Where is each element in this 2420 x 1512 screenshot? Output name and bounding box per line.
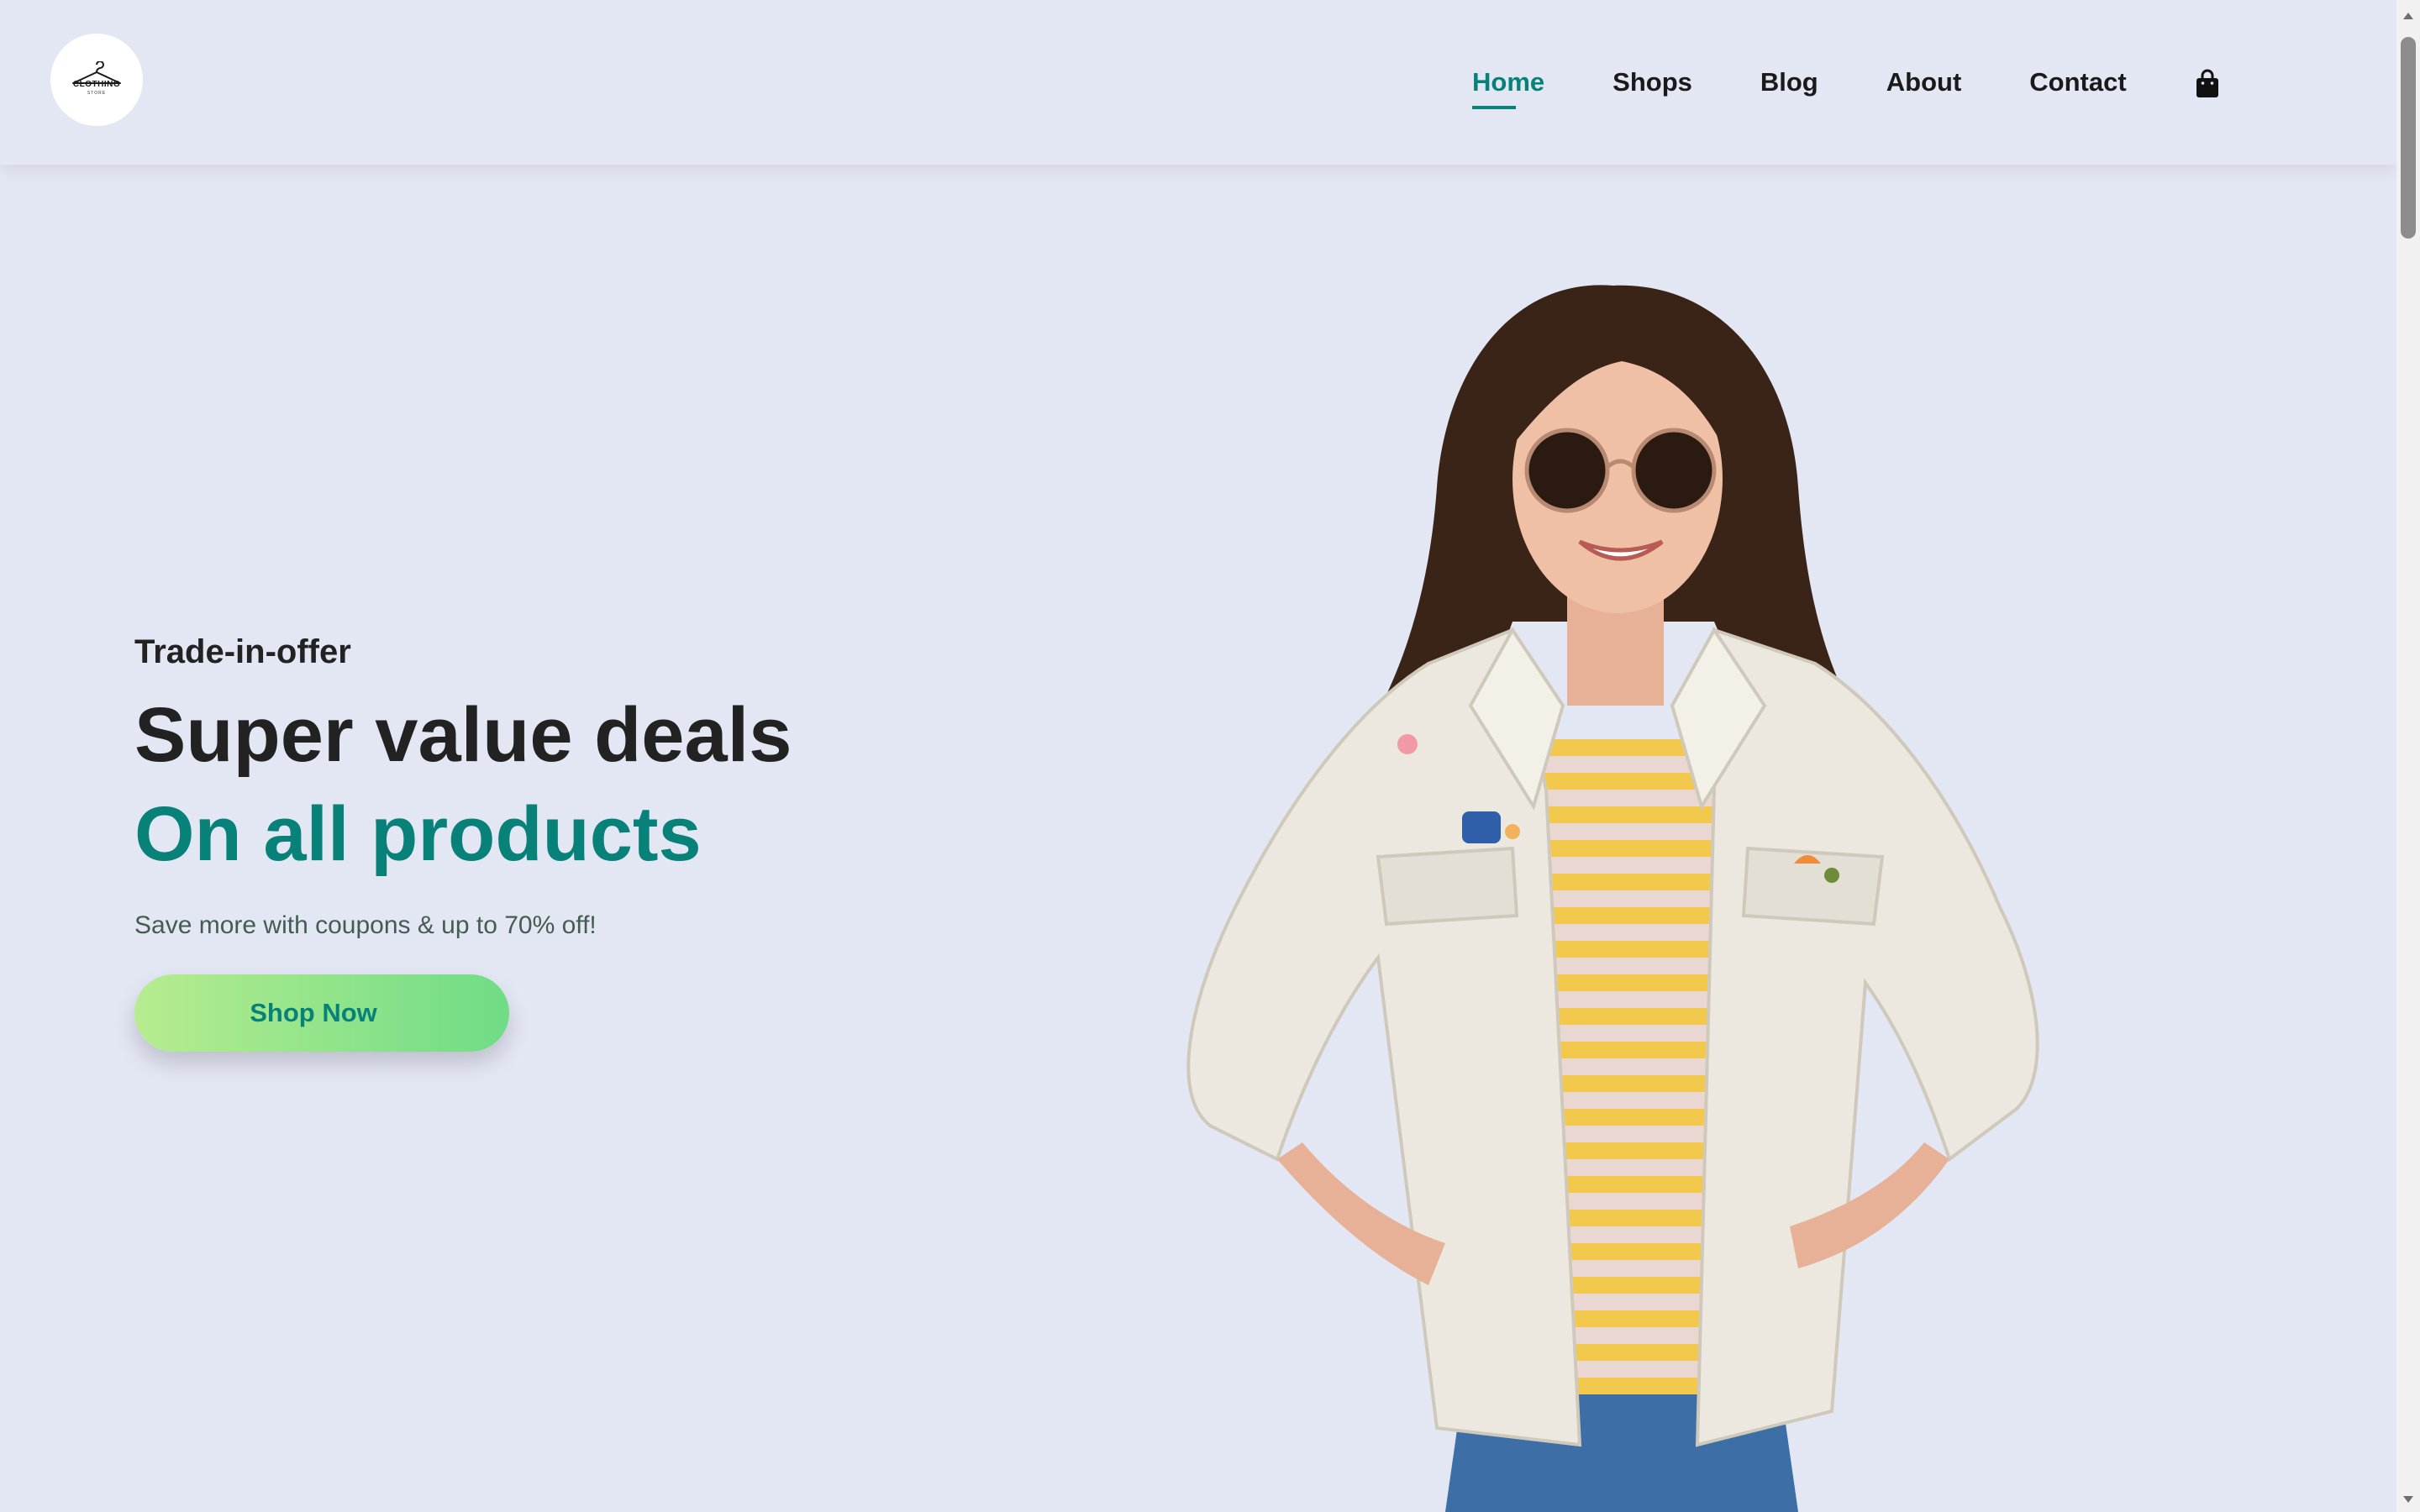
hero-content: Trade-in-offer Super value deals On all … (134, 625, 792, 1052)
scrollbar-thumb[interactable] (2401, 37, 2416, 239)
hero-model-image (1186, 285, 2039, 1512)
scroll-down-arrow-icon[interactable] (2396, 1487, 2420, 1512)
site-logo[interactable]: CLOTHING STORE (50, 34, 143, 126)
hero-subtitle-highlight: On all products (134, 791, 702, 877)
scroll-up-arrow-icon[interactable] (2396, 3, 2420, 29)
nav-home[interactable]: Home (1472, 62, 1544, 109)
page: CLOTHING STORE Home Shops Blog About Con… (0, 0, 2420, 1512)
vertical-scrollbar[interactable] (2396, 0, 2420, 1512)
hero-description: Save more with coupons & up to 70% off! (134, 911, 597, 939)
hero-eyebrow: Trade-in-offer (134, 633, 351, 670)
nav-blog[interactable]: Blog (1760, 62, 1818, 102)
logo-subtext: STORE (87, 90, 107, 96)
nav-shops[interactable]: Shops (1612, 62, 1692, 102)
logo-text: CLOTHING (72, 79, 121, 89)
site-header: CLOTHING STORE Home Shops Blog About Con… (0, 0, 2396, 165)
hero-title: Super value deals (134, 692, 792, 778)
nav-contact[interactable]: Contact (2029, 62, 2126, 102)
nav-about[interactable]: About (1886, 62, 1962, 102)
main-nav: Home Shops Blog About Contact (1472, 62, 2220, 109)
shopping-bag-icon[interactable] (2195, 69, 2220, 99)
shop-now-button[interactable]: Shop Now (134, 974, 509, 1052)
